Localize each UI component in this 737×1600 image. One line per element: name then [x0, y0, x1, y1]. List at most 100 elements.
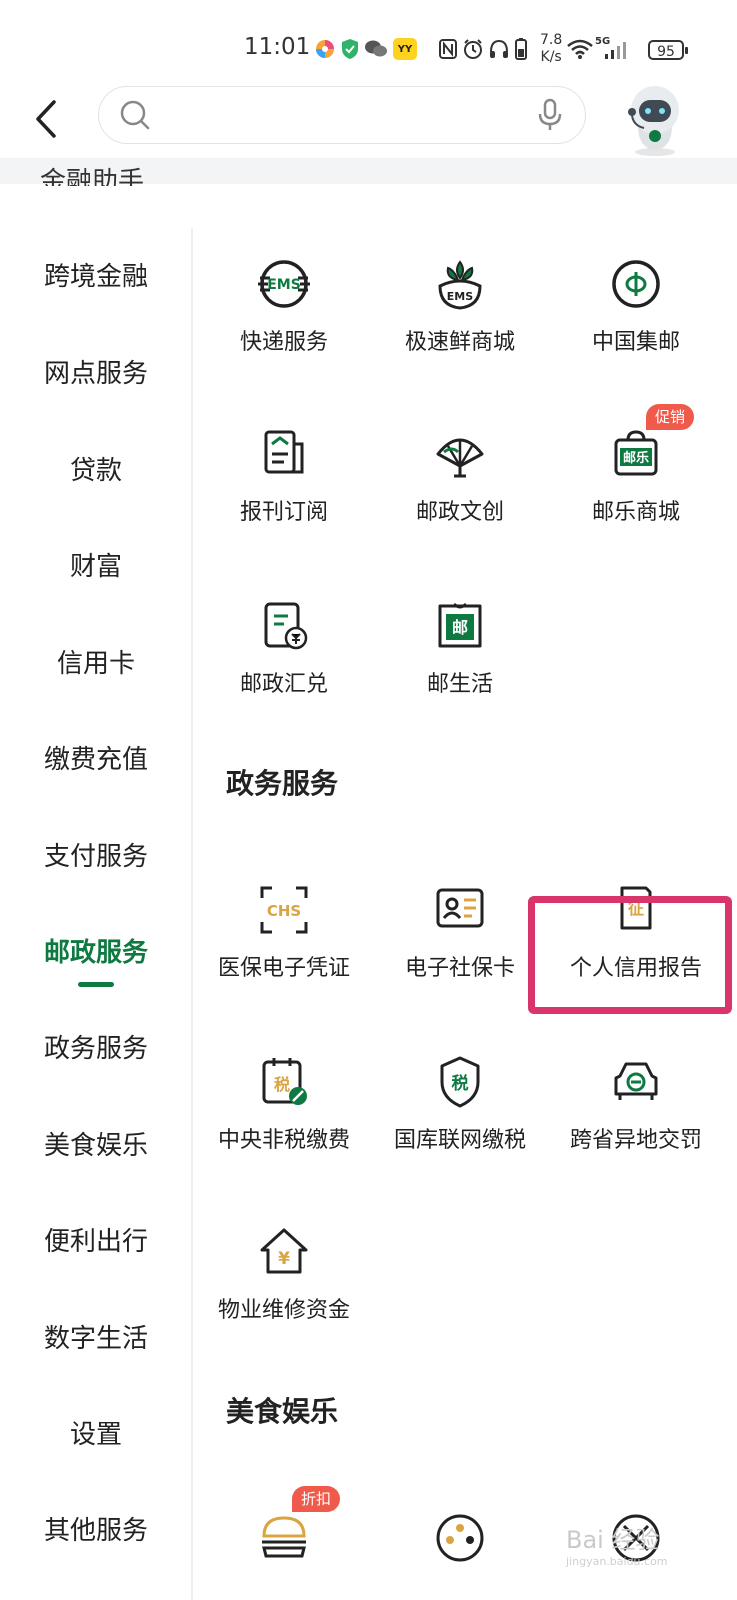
baidu-watermark: Bai 经验 jingyan.baidu.com — [566, 1520, 668, 1568]
sidebar-item-postal-services[interactable]: 邮政服务 — [0, 932, 192, 969]
sidebar-item-branch-services[interactable]: 网点服务 — [0, 353, 192, 390]
watermark-subtext: jingyan.baidu.com — [566, 1555, 668, 1568]
service-food-discount[interactable] — [196, 1510, 372, 1566]
sidebar-item-digital-life[interactable]: 数字生活 — [0, 1318, 192, 1355]
search-box[interactable] — [98, 86, 586, 144]
sidebar-item-credit-card[interactable]: 信用卡 — [0, 643, 192, 680]
service-property-maintenance-label: 物业维修资金 — [217, 1298, 350, 1323]
svg-text:邮: 邮 — [452, 618, 468, 637]
status-bar: 11:01 YY 7.8 K/s 5G 95 — [0, 0, 737, 80]
sidebar-item-payment-services[interactable]: 支付服务 — [0, 836, 192, 873]
service-medical-insurance-label: 医保电子凭证 — [217, 956, 350, 981]
sidebar-item-travel[interactable]: 便利出行 — [0, 1221, 192, 1258]
fan-icon — [436, 438, 484, 478]
search-input[interactable] — [165, 97, 509, 135]
service-newspaper[interactable]: 报刊订阅 — [196, 426, 372, 526]
film-reel-icon — [436, 1514, 484, 1562]
service-fresh-mall-label: 极速鲜商城 — [404, 330, 515, 355]
alarm-icon — [462, 38, 484, 60]
chs-icon: CHS — [260, 886, 308, 934]
promo-badge: 促销 — [646, 404, 695, 430]
post-life-icon: 邮 — [438, 602, 482, 648]
headphones-icon — [488, 38, 510, 60]
svg-text:税: 税 — [274, 1075, 290, 1094]
burger-icon — [262, 1516, 306, 1558]
service-postal-creative-label: 邮政文创 — [415, 500, 504, 525]
svg-text:YY: YY — [397, 44, 413, 55]
service-remittance[interactable]: 邮政汇兑 — [196, 598, 372, 698]
sidebar-item-wealth[interactable]: 财富 — [0, 546, 192, 583]
service-fresh-mall[interactable]: EMS 极速鲜商城 — [372, 256, 548, 356]
svg-text:邮乐: 邮乐 — [623, 450, 649, 466]
sidebar-item-food-entertainment[interactable]: 美食娱乐 — [0, 1125, 192, 1162]
battery-indicator: 95 — [648, 40, 688, 60]
service-non-tax-payment[interactable]: 税 中央非税缴费 — [196, 1054, 372, 1154]
signal-icon — [604, 40, 628, 60]
net-speed-unit: K/s — [540, 49, 562, 65]
watermark-text: Bai 经验 — [566, 1526, 660, 1554]
tax-shield-icon: 税 — [440, 1056, 480, 1108]
house-yuan-icon: ¥ — [260, 1228, 308, 1274]
service-movies[interactable] — [372, 1510, 548, 1566]
service-youle-mall[interactable]: 邮乐 邮乐商城 — [548, 426, 724, 526]
net-speed: 7.8 K/s — [540, 32, 562, 66]
service-express-label: 快递服务 — [239, 330, 328, 355]
service-social-security-card-label: 电子社保卡 — [404, 956, 515, 981]
service-property-maintenance[interactable]: ¥ 物业维修资金 — [196, 1224, 372, 1324]
service-non-tax-payment-label: 中央非税缴费 — [217, 1128, 350, 1153]
service-social-security-card[interactable]: 电子社保卡 — [372, 882, 548, 982]
service-treasury-tax-label: 国库联网缴税 — [393, 1128, 526, 1153]
service-youle-mall-label: 邮乐商城 — [591, 500, 680, 525]
service-stamp-collection[interactable]: 中国集邮 — [548, 256, 724, 356]
remittance-icon — [264, 602, 308, 650]
svg-text:EMS: EMS — [447, 290, 473, 303]
svg-text:¥: ¥ — [278, 1249, 290, 1269]
service-postal-creative[interactable]: 邮政文创 — [372, 426, 548, 526]
shopping-bag-icon: 邮乐 — [614, 430, 658, 476]
status-icons: YY — [314, 34, 528, 64]
discount-badge: 折扣 — [292, 1486, 341, 1512]
search-icon — [119, 99, 153, 137]
service-credit-report-label: 个人信用报告 — [569, 956, 702, 981]
microphone-icon[interactable] — [537, 97, 563, 137]
service-traffic-fine[interactable]: 跨省异地交罚 — [548, 1054, 724, 1154]
active-tab-indicator — [78, 982, 114, 987]
yy-app-icon: YY — [392, 37, 418, 61]
svg-text:EMS: EMS — [267, 277, 301, 293]
net-speed-value: 7.8 — [540, 32, 563, 48]
shield-check-icon — [340, 38, 360, 60]
non-tax-icon: 税 — [262, 1058, 307, 1105]
service-treasury-tax[interactable]: 税 国库联网缴税 — [372, 1054, 548, 1154]
phone-battery-icon — [514, 37, 528, 61]
back-button[interactable] — [28, 94, 68, 144]
wifi-icon — [566, 38, 594, 60]
sidebar-item-cross-border-finance[interactable]: 跨境金融 — [0, 256, 192, 293]
ems-icon: EMS — [258, 260, 310, 308]
status-time: 11:01 — [244, 34, 311, 60]
credit-report-icon: 征 — [620, 886, 652, 930]
nfc-icon — [438, 38, 458, 60]
back-arrow-icon — [36, 100, 56, 138]
service-remittance-label: 邮政汇兑 — [239, 672, 328, 697]
service-medical-insurance[interactable]: CHS 医保电子凭证 — [196, 882, 372, 982]
sidebar-divider — [191, 228, 193, 1600]
robot-assistant-avatar[interactable] — [620, 78, 690, 158]
section-title-food: 美食娱乐 — [226, 1395, 339, 1428]
service-newspaper-label: 报刊订阅 — [239, 500, 328, 525]
svg-text:CHS: CHS — [267, 902, 301, 920]
svg-text:征: 征 — [628, 899, 644, 918]
sidebar-item-government-services[interactable]: 政务服务 — [0, 1028, 192, 1065]
traffic-fine-icon — [614, 1062, 658, 1100]
service-post-life[interactable]: 邮 邮生活 — [372, 598, 548, 698]
service-express[interactable]: EMS 快递服务 — [196, 256, 372, 356]
service-credit-report[interactable]: 征 个人信用报告 — [548, 882, 724, 982]
sidebar-item-other-services[interactable]: 其他服务 — [0, 1510, 192, 1547]
newspaper-icon — [264, 430, 304, 474]
id-card-icon — [436, 888, 484, 928]
sidebar-item-loans[interactable]: 贷款 — [0, 450, 192, 487]
ems-fresh-icon: EMS — [438, 260, 482, 310]
wechat-icon — [364, 39, 388, 59]
service-stamp-collection-label: 中国集邮 — [591, 330, 680, 355]
sidebar-item-bill-payment[interactable]: 缴费充值 — [0, 739, 192, 776]
sidebar-item-settings[interactable]: 设置 — [0, 1414, 192, 1451]
